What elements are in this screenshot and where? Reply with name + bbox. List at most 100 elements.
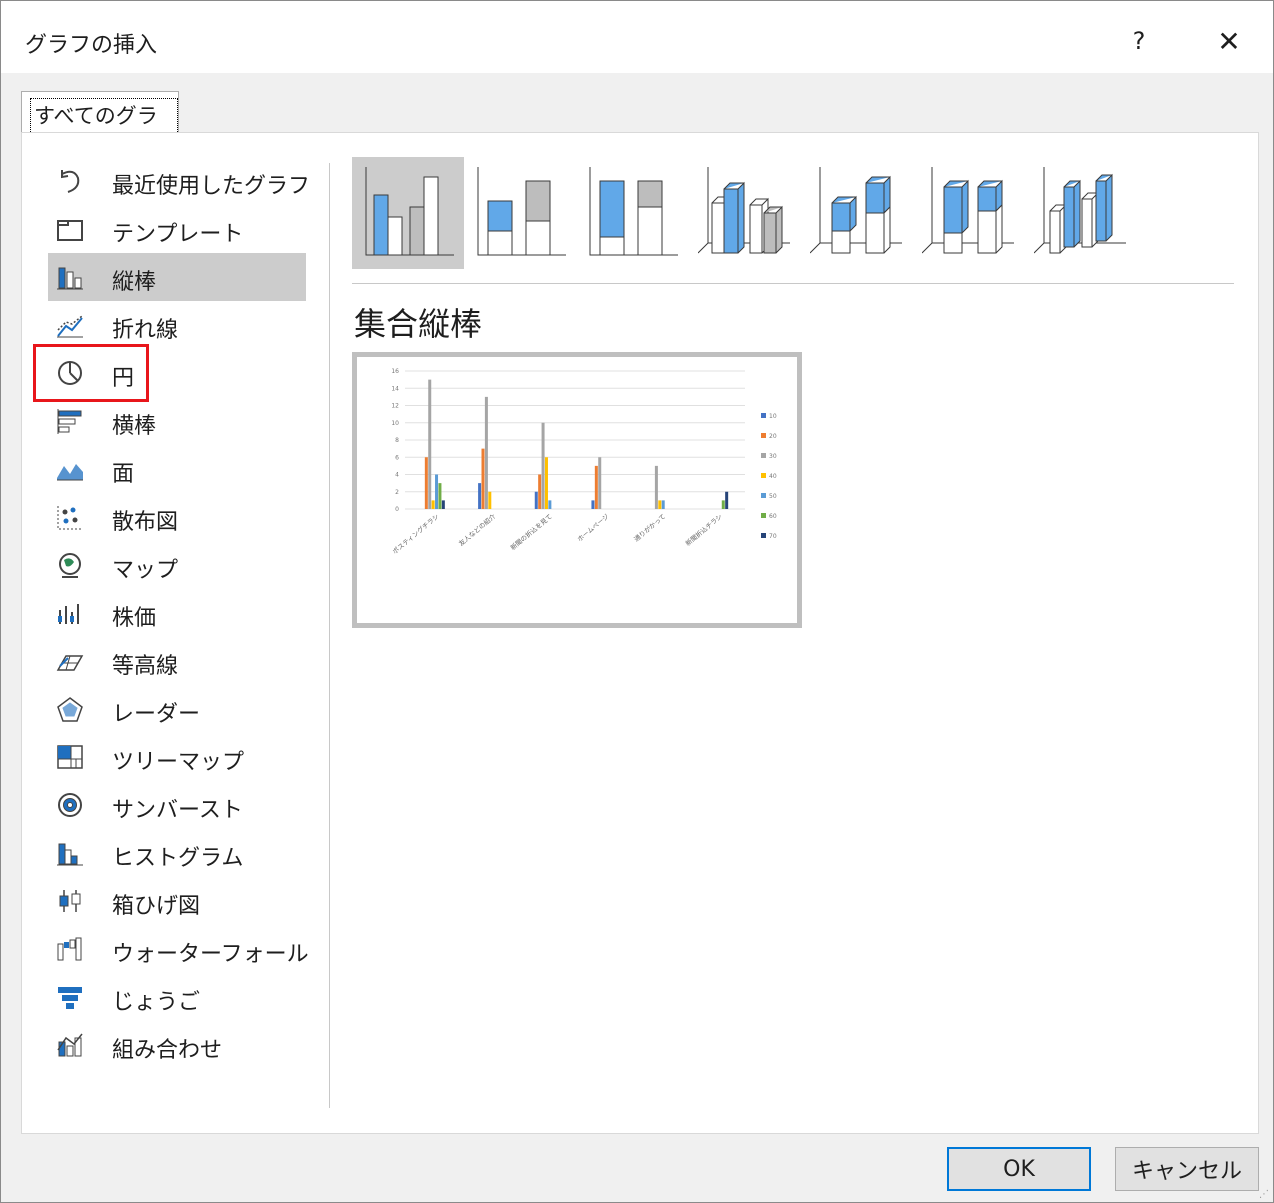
legend-swatch [761, 433, 766, 438]
bar [481, 448, 485, 509]
category-label: テンプレート [112, 222, 244, 247]
category-item[interactable]: 組み合わせ [48, 1021, 306, 1069]
legend-swatch [761, 413, 766, 418]
x-tick-label: ポスティングチラシ [390, 512, 440, 556]
y-tick-label: 10 [391, 420, 399, 427]
y-tick-label: 14 [391, 385, 399, 392]
bar [725, 491, 729, 509]
treemap-chart-icon [56, 744, 84, 770]
category-label: 最近使用したグラフ [112, 174, 311, 199]
category-item[interactable]: ツリーマップ [48, 733, 306, 781]
category-item[interactable]: 等高線 [48, 637, 306, 685]
line-chart-icon [56, 312, 84, 338]
legend-label: 10 [769, 413, 777, 420]
waterfall-chart-icon [56, 936, 84, 962]
legend-swatch [761, 493, 766, 498]
cancel-button[interactable]: キャンセル [1115, 1147, 1259, 1191]
3d-100-stacked-column-icon[interactable] [912, 157, 1024, 269]
bar [534, 491, 538, 509]
bar [548, 500, 552, 509]
dialog-title: グラフの挿入 [25, 33, 158, 58]
chart-variant-gallery [352, 157, 1142, 273]
ok-button[interactable]: OK [947, 1147, 1091, 1191]
legend-label: 50 [769, 493, 777, 500]
y-tick-label: 16 [391, 368, 399, 375]
category-item[interactable]: サンバースト [48, 781, 306, 829]
category-item[interactable]: 箱ひげ図 [48, 877, 306, 925]
category-label: サンバースト [112, 798, 243, 823]
bar [428, 379, 432, 509]
preview-chart-svg: 0 2 4 6 8 10 12 14 16 ポスティングチラシ 友人などの紹介 新聞の折込を見て ホーム… [390, 368, 777, 556]
y-tick-label: 6 [395, 454, 399, 461]
bar [594, 465, 598, 509]
category-label: じょうご [112, 990, 201, 1015]
category-item[interactable]: レーダー [48, 685, 306, 733]
selected-chart-type-name: 集合縦棒 [354, 305, 483, 343]
legend-swatch [761, 473, 766, 478]
bar [435, 474, 439, 509]
clustered-column-icon[interactable] [352, 157, 464, 269]
stock-chart-icon [56, 600, 84, 626]
divider [329, 163, 330, 1108]
divider [352, 283, 1234, 284]
folder-icon [56, 216, 84, 242]
bar [478, 483, 482, 509]
x-tick-label: 新聞折込チラシ [683, 512, 724, 548]
legend-label: 60 [769, 513, 777, 520]
100-stacked-column-icon[interactable] [576, 157, 688, 269]
category-item[interactable]: ヒストグラム [48, 829, 306, 877]
bar [544, 457, 548, 509]
category-item[interactable]: テンプレート [48, 205, 306, 253]
3d-stacked-column-icon[interactable] [800, 157, 912, 269]
bar [488, 491, 492, 509]
category-item[interactable]: 最近使用したグラフ [48, 157, 310, 205]
category-label: ヒストグラム [112, 846, 244, 871]
category-item[interactable]: ウォーターフォール [48, 925, 309, 973]
category-label: 折れ線 [112, 318, 179, 343]
category-label: マップ [112, 558, 179, 583]
y-tick-label: 8 [395, 437, 399, 444]
radar-chart-icon [56, 696, 84, 722]
legend-swatch [761, 453, 766, 458]
category-item[interactable]: 株価 [48, 589, 306, 637]
tab-all-charts[interactable]: すべてのグラフ [21, 91, 179, 162]
3d-clustered-column-icon[interactable] [688, 157, 800, 269]
bar [484, 396, 488, 509]
category-item[interactable]: 散布図 [48, 493, 306, 541]
x-tick-label: 友人などの紹介 [457, 511, 498, 547]
funnel-chart-icon [56, 984, 84, 1010]
category-label: 面 [112, 462, 135, 487]
category-item[interactable]: 横棒 [48, 397, 306, 445]
tab-content: 最近使用したグラフ テンプレート 縦棒 折れ線円横棒面散布図 マップ 株価 等高線 レーダーツ… [21, 132, 1259, 1134]
bar [541, 422, 545, 509]
category-item[interactable]: 縦棒 [48, 253, 306, 301]
sunburst-chart-icon [56, 792, 84, 818]
bar [721, 500, 725, 509]
bar [438, 483, 442, 509]
annotation-highlight [33, 344, 149, 402]
legend-label: 30 [769, 453, 777, 460]
category-label: 組み合わせ [112, 1038, 223, 1063]
category-item[interactable]: じょうご [48, 973, 306, 1021]
bar [658, 500, 662, 509]
stacked-column-icon[interactable] [464, 157, 576, 269]
category-item[interactable]: 面 [48, 445, 306, 493]
y-tick-label: 2 [395, 489, 399, 496]
y-tick-label: 12 [391, 403, 399, 410]
close-button[interactable]: ✕ [1207, 21, 1251, 61]
3d-column-icon[interactable] [1024, 157, 1136, 269]
help-button[interactable]: ? [1119, 21, 1159, 61]
x-tick-label: ホームページ [576, 512, 611, 543]
box-whisker-chart-icon [56, 888, 84, 914]
category-label: ツリーマップ [112, 750, 245, 775]
title-bar: グラフの挿入 ? ✕ [1, 1, 1273, 73]
chart-category-list: 最近使用したグラフ テンプレート 縦棒 折れ線円横棒面散布図 マップ 株価 等高線 レーダーツ… [48, 157, 310, 1069]
bar [654, 465, 658, 509]
category-item[interactable]: 折れ線 [48, 301, 306, 349]
category-label: 箱ひげ図 [112, 894, 201, 919]
category-item[interactable]: マップ [48, 541, 306, 589]
chart-preview[interactable]: 0 2 4 6 8 10 12 14 16 ポスティングチラシ 友人などの紹介 新聞の折込を見て ホーム… [352, 352, 802, 628]
legend-swatch [761, 533, 766, 538]
resize-grip[interactable]: ⋰ [1259, 1189, 1269, 1200]
recent-icon [56, 168, 84, 194]
